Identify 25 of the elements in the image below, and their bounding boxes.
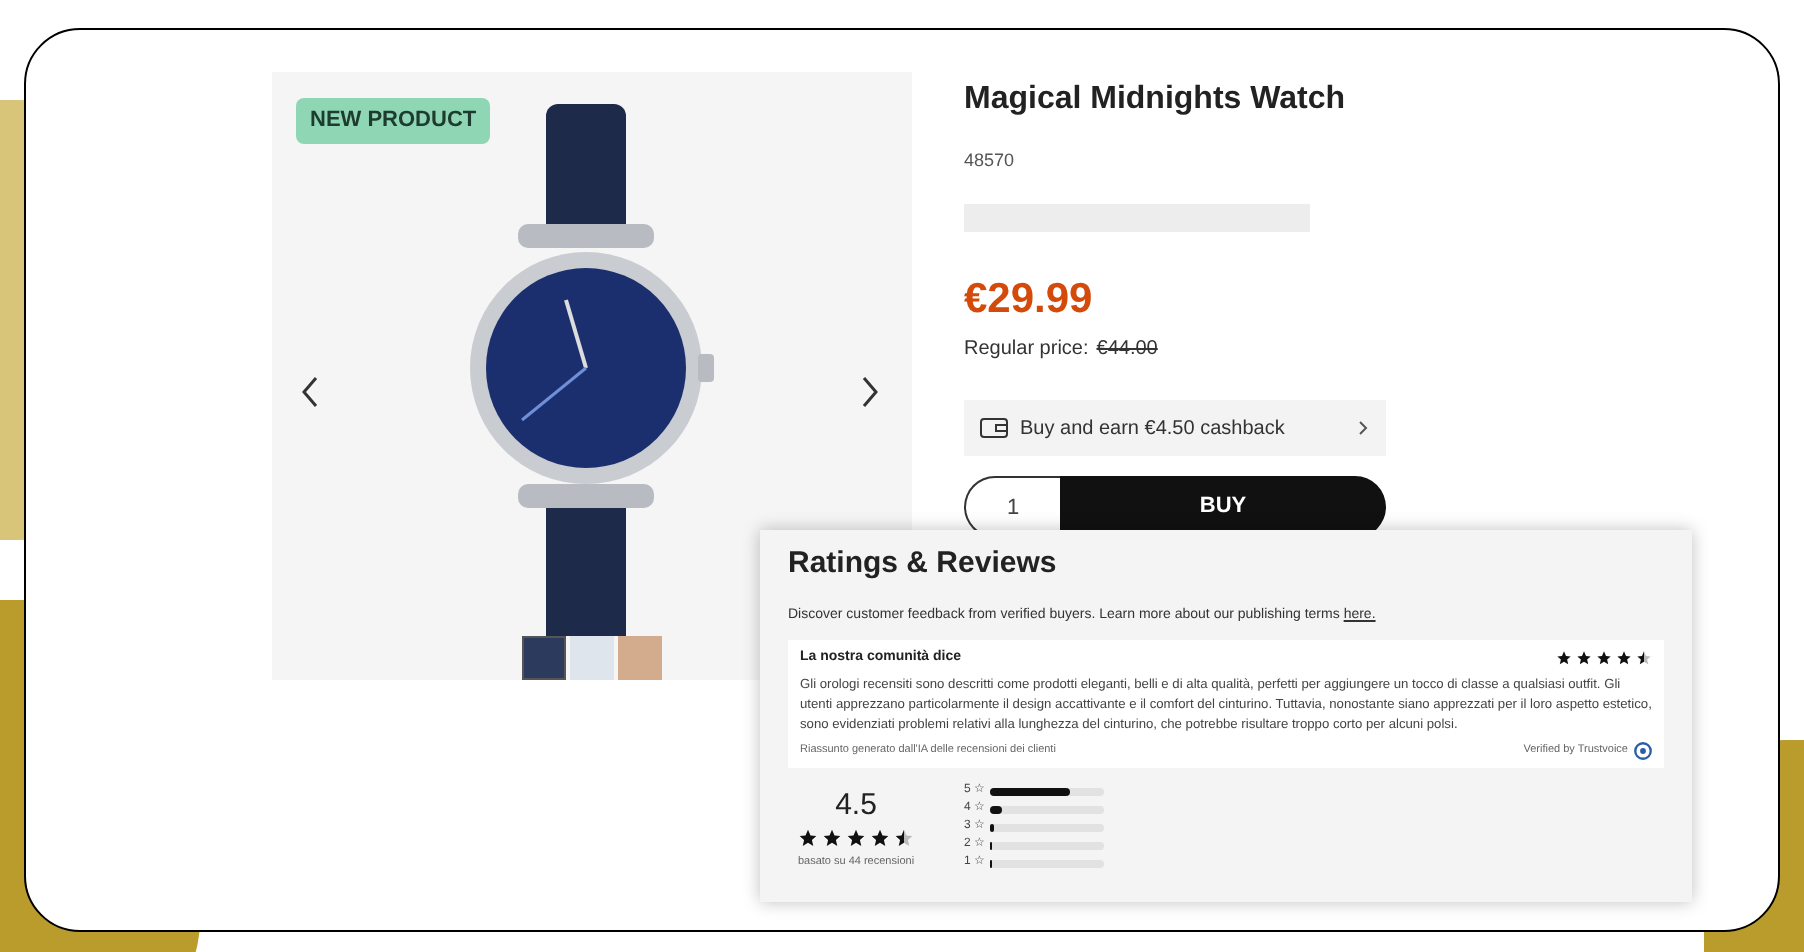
cashback-button[interactable]: Buy and earn €4.50 cashback — [964, 400, 1386, 456]
star-icon — [798, 828, 818, 848]
sale-price: €29.99 — [964, 273, 1093, 325]
star-icon — [1636, 650, 1652, 667]
thumbnail-photo[interactable] — [522, 636, 566, 680]
reviews-title: Ratings & Reviews — [788, 544, 1059, 584]
wallet-icon — [980, 418, 1008, 438]
thumbnail-photo[interactable] — [570, 636, 614, 680]
product-code: 48570 — [964, 148, 1015, 174]
chevron-right-icon — [1358, 420, 1370, 436]
star-icon — [894, 828, 914, 848]
regular-price: €44.00 — [1096, 336, 1158, 364]
thumbnail-photo[interactable] — [618, 636, 662, 680]
star-icon — [1616, 650, 1632, 667]
badge-icon — [1634, 741, 1652, 759]
star-icon — [822, 828, 842, 848]
star-icon — [846, 828, 866, 848]
star-icon — [1576, 650, 1592, 667]
star-icon — [1596, 650, 1612, 667]
average-rating: 4.5 — [835, 785, 877, 825]
product-title: Magical Midnights Watch — [964, 80, 1348, 120]
new-product-badge: NEW PRODUCT — [296, 98, 491, 143]
regular-price-label: Regular price: — [964, 336, 1089, 364]
star-icon — [1556, 650, 1572, 667]
star-icon — [870, 828, 890, 848]
